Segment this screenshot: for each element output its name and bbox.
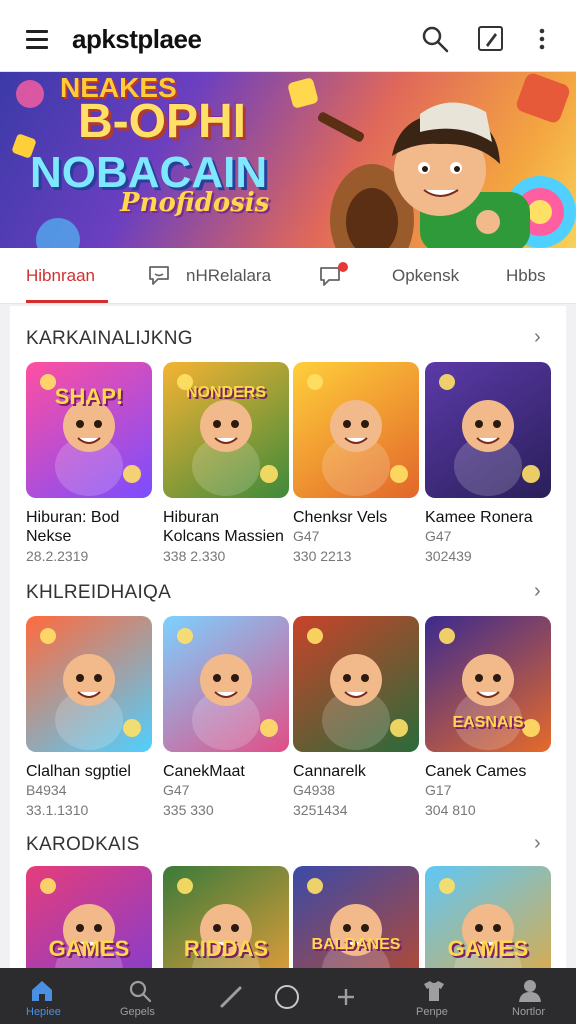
tab-relations[interactable]: nHRelalara xyxy=(186,266,271,286)
thumbnail-caption: EASNAIS xyxy=(452,714,524,731)
app-card[interactable]: RIDDAS xyxy=(163,866,289,968)
section-title: KARKAINALIJKNG xyxy=(26,328,193,349)
app-thumbnail[interactable]: GAMES xyxy=(425,866,551,968)
more-options-icon[interactable] xyxy=(528,24,558,54)
content-list: KARKAINALIJKNG › KHLREIDHAIQA › KARODKAI… xyxy=(10,306,566,968)
section-title: KARODKAIS xyxy=(26,834,140,855)
app-rating: G17 xyxy=(425,782,452,798)
menu-button[interactable] xyxy=(22,28,56,54)
category-tabs: Hibnraan nHRelalara Opkensk Hbbs xyxy=(0,248,576,304)
thumbnail-caption: RIDDAS xyxy=(183,936,269,961)
chevron-right-icon[interactable]: › xyxy=(534,580,541,603)
tab-entertainment[interactable]: Hibnraan xyxy=(26,266,95,286)
app-thumbnail[interactable]: EASNAIS xyxy=(425,616,551,752)
app-rating: G47 xyxy=(425,528,452,544)
notification-chat-icon[interactable] xyxy=(318,262,350,290)
app-thumbnail[interactable]: SHAP! xyxy=(26,362,152,498)
pen-icon[interactable] xyxy=(218,984,244,1010)
nav-label: Hepiee xyxy=(26,1006,61,1018)
banner-subtitle: Pnofidosis xyxy=(120,188,270,218)
game-character-art xyxy=(177,374,278,496)
tab-open[interactable]: Opkensk xyxy=(392,266,459,286)
thumbnail-caption: NONDERS xyxy=(185,384,266,401)
app-card[interactable]: CanekMaat G47 335 330 xyxy=(163,616,289,826)
app-downloads: 335 330 xyxy=(163,802,214,818)
banner-headline-2: B-OPHI xyxy=(78,95,246,148)
section-title: KHLREIDHAIQA xyxy=(26,582,172,603)
nav-label: Gepels xyxy=(120,1006,155,1018)
thumbnail-caption: BALDANES xyxy=(311,936,401,953)
edit-icon[interactable] xyxy=(476,24,506,54)
app-card[interactable]: Clalhan sgptiel B4934 33.1.1310 xyxy=(26,616,152,826)
app-card[interactable]: Cannarelk G4938 3251434 xyxy=(293,616,419,826)
app-downloads: 304 810 xyxy=(425,802,476,818)
thumbnail-caption: GAMES xyxy=(447,936,529,961)
app-thumbnail[interactable] xyxy=(425,362,551,498)
app-title: Kamee Ronera xyxy=(425,509,533,526)
app-title: apkstplaee xyxy=(72,24,202,54)
game-character-art xyxy=(307,374,408,496)
app-title: Hiburan xyxy=(163,509,220,526)
shirt-icon xyxy=(424,981,444,1001)
app-title: Cannarelk xyxy=(293,763,366,780)
app-downloads: 3251434 xyxy=(293,802,348,818)
game-character-art xyxy=(177,628,278,750)
app-downloads: 33.1.1310 xyxy=(26,802,89,818)
hero-banner[interactable]: NEAKES B-OPHI NOBACAIN Pnofidosis xyxy=(0,72,576,248)
bottom-navigation: Hepiee Gepels Penpe Nortlor xyxy=(0,968,576,1024)
nav-label: Penpe xyxy=(416,1006,448,1018)
app-rating: G47 xyxy=(163,782,190,798)
menu-icon xyxy=(26,30,48,33)
app-thumbnail[interactable] xyxy=(163,616,289,752)
game-character-art xyxy=(40,628,141,750)
search-icon xyxy=(129,980,152,1003)
app-downloads: 302439 xyxy=(425,548,472,564)
app-card[interactable]: Chenksr Vels G47 330 2213 xyxy=(293,362,419,572)
app-title-line-2: Nekse xyxy=(26,528,72,545)
app-title: CanekMaat xyxy=(163,763,245,780)
active-tab-indicator xyxy=(26,300,108,303)
app-card[interactable]: EASNAIS Canek Cames G17 304 810 xyxy=(425,616,551,826)
app-card[interactable]: GAMES xyxy=(26,866,152,968)
thumbnail-caption: GAMES xyxy=(48,936,130,961)
game-character-art xyxy=(439,374,540,496)
app-card[interactable]: Kamee Ronera G47 302439 xyxy=(425,362,551,572)
thumbnail-caption: SHAP! xyxy=(54,384,124,409)
app-card[interactable]: BALDANES xyxy=(293,866,419,968)
app-title: Clalhan sgptiel xyxy=(26,763,131,780)
home-icon xyxy=(32,981,52,1001)
top-app-bar: apkstplaee xyxy=(0,0,576,72)
search-icon[interactable] xyxy=(420,24,450,54)
app-thumbnail[interactable] xyxy=(293,616,419,752)
app-title: Chenksr Vels xyxy=(293,509,388,526)
app-thumbnail[interactable] xyxy=(293,362,419,498)
nav-label: Nortlor xyxy=(512,1006,546,1018)
app-title-line-2: Kolcans Massien xyxy=(163,528,284,545)
app-thumbnail[interactable]: NONDERS xyxy=(163,362,289,498)
app-rating: G4938 xyxy=(293,782,336,798)
app-thumbnail[interactable]: RIDDAS xyxy=(163,866,289,968)
chevron-right-icon[interactable]: › xyxy=(534,326,541,349)
game-character-art xyxy=(307,628,408,750)
app-downloads: 330 2213 xyxy=(293,548,352,564)
app-rating: G47 xyxy=(293,528,320,544)
chat-icon xyxy=(149,266,169,285)
app-title: Canek Cames xyxy=(425,763,527,780)
tab-hobbies[interactable]: Hbbs xyxy=(506,266,546,286)
app-downloads: 338 2.330 xyxy=(163,548,226,564)
app-card[interactable]: GAMES xyxy=(425,866,551,968)
app-thumbnail[interactable]: BALDANES xyxy=(293,866,419,968)
profile-icon xyxy=(519,980,541,1002)
app-thumbnail[interactable]: GAMES xyxy=(26,866,152,968)
circle-icon[interactable] xyxy=(274,984,300,1010)
app-thumbnail[interactable] xyxy=(26,616,152,752)
plus-icon[interactable] xyxy=(333,984,359,1010)
app-card[interactable]: NONDERS Hiburan Kolcans Massien 338 2.330 xyxy=(163,362,289,572)
game-character-art xyxy=(40,374,141,496)
chevron-right-icon[interactable]: › xyxy=(534,832,541,855)
app-title: Hiburan: Bod xyxy=(26,509,120,526)
app-rating: B4934 xyxy=(26,782,67,798)
app-downloads: 28.2.2319 xyxy=(26,548,89,564)
app-card[interactable]: SHAP! Hiburan: Bod Nekse 28.2.2319 xyxy=(26,362,152,572)
